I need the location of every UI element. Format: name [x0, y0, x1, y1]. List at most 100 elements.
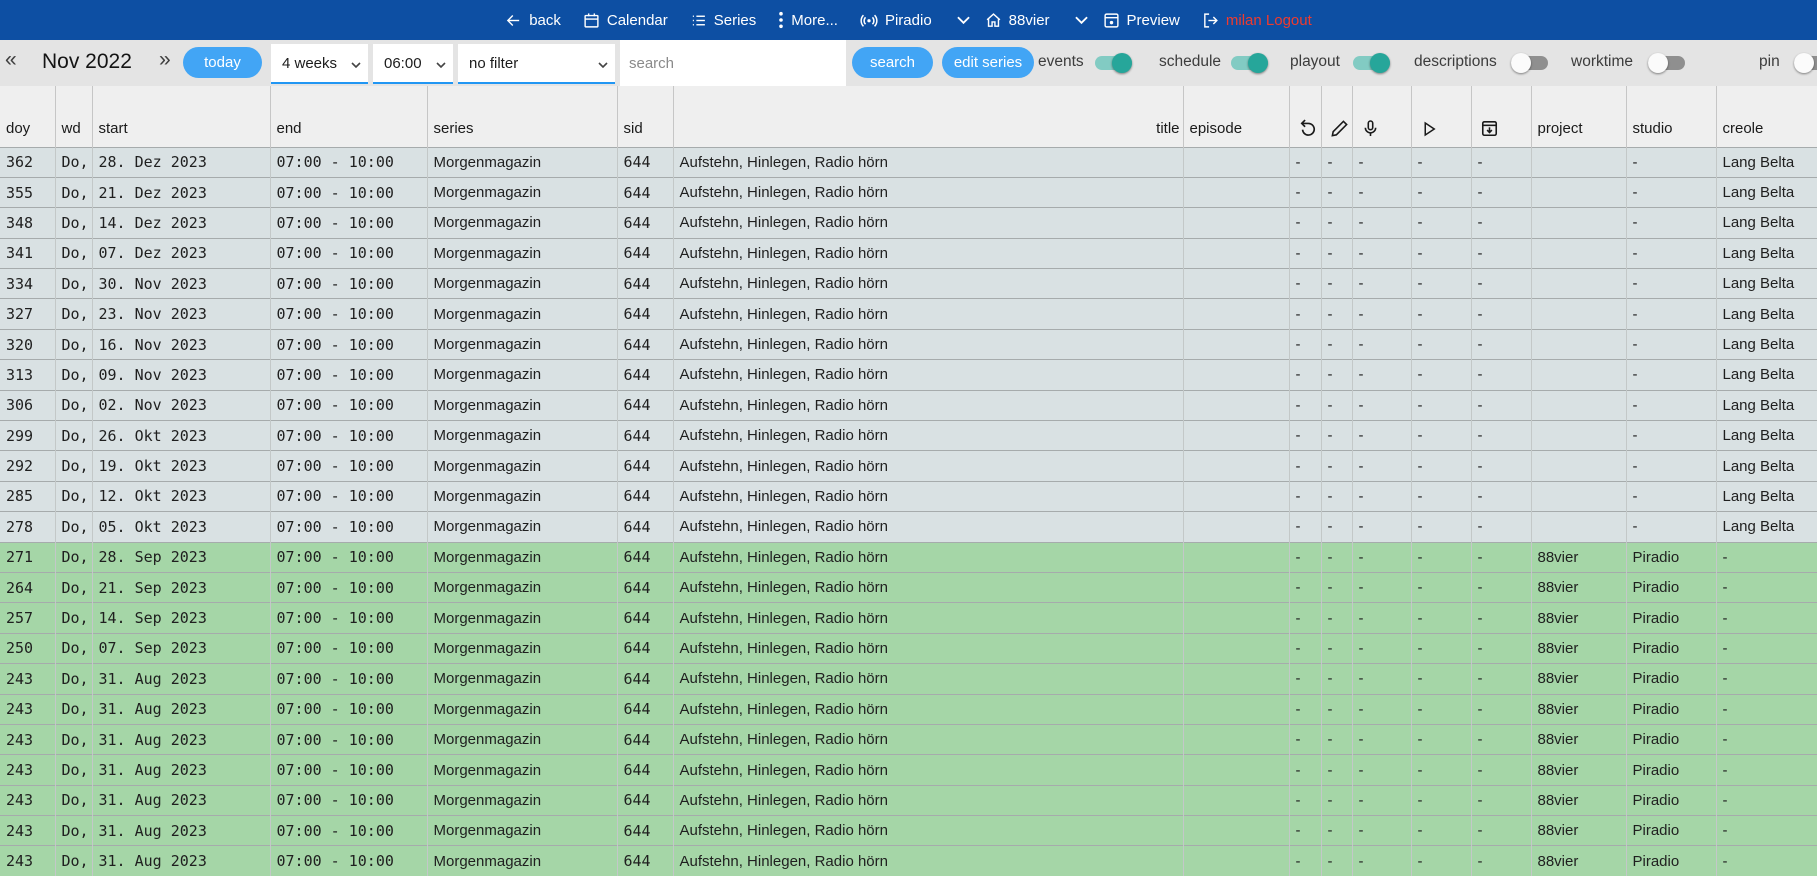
- today-button[interactable]: today: [183, 47, 262, 78]
- table-row[interactable]: 243Do,31. Aug 202307:00 - 10:00Morgenmag…: [0, 755, 1817, 785]
- column-header-mic[interactable]: [1352, 86, 1411, 147]
- column-header-project[interactable]: project: [1531, 86, 1626, 147]
- cell-wd: Do,: [55, 512, 92, 542]
- cell-play: -: [1411, 664, 1471, 694]
- cell-title: Aufstehn, Hinlegen, Radio hörn: [673, 572, 1183, 602]
- table-row[interactable]: 362Do,28. Dez 202307:00 - 10:00Morgenmag…: [0, 147, 1817, 177]
- series-label: Series: [714, 12, 757, 29]
- table-row[interactable]: 243Do,31. Aug 202307:00 - 10:00Morgenmag…: [0, 785, 1817, 815]
- search-button[interactable]: search: [852, 47, 933, 78]
- cell-series: Morgenmagazin: [427, 512, 617, 542]
- logout-button[interactable]: milan Logout: [1202, 12, 1312, 29]
- table-row[interactable]: 334Do,30. Nov 202307:00 - 10:00Morgenmag…: [0, 269, 1817, 299]
- cell-doy: 320: [0, 329, 55, 359]
- cell-sid: 644: [617, 299, 673, 329]
- site-menu[interactable]: 88vier: [985, 12, 1050, 29]
- table-row[interactable]: 250Do,07. Sep 202307:00 - 10:00Morgenmag…: [0, 633, 1817, 663]
- cell-archive: -: [1471, 238, 1531, 268]
- column-header-creole[interactable]: creole: [1716, 86, 1817, 147]
- table-row[interactable]: 278Do,05. Okt 202307:00 - 10:00Morgenmag…: [0, 512, 1817, 542]
- time-select[interactable]: 06:00: [373, 44, 453, 84]
- cell-archive: -: [1471, 755, 1531, 785]
- table-row[interactable]: 257Do,14. Sep 202307:00 - 10:00Morgenmag…: [0, 603, 1817, 633]
- table-row[interactable]: 320Do,16. Nov 202307:00 - 10:00Morgenmag…: [0, 329, 1817, 359]
- cell-series: Morgenmagazin: [427, 664, 617, 694]
- column-header-doy[interactable]: doy: [0, 86, 55, 147]
- station-menu[interactable]: Piradio: [860, 11, 932, 29]
- next-month-button[interactable]: »: [159, 48, 171, 72]
- column-header-studio[interactable]: studio: [1626, 86, 1716, 147]
- cell-undo: -: [1289, 421, 1321, 451]
- toggle-descriptions[interactable]: [1511, 53, 1548, 73]
- cell-mic: -: [1352, 329, 1411, 359]
- table-row[interactable]: 313Do,09. Nov 202307:00 - 10:00Morgenmag…: [0, 360, 1817, 390]
- cell-title: Aufstehn, Hinlegen, Radio hörn: [673, 512, 1183, 542]
- table-row[interactable]: 285Do,12. Okt 202307:00 - 10:00Morgenmag…: [0, 481, 1817, 511]
- table-row[interactable]: 299Do,26. Okt 202307:00 - 10:00Morgenmag…: [0, 421, 1817, 451]
- cell-wd: Do,: [55, 633, 92, 663]
- table-row[interactable]: 341Do,07. Dez 202307:00 - 10:00Morgenmag…: [0, 238, 1817, 268]
- column-header-edit[interactable]: [1321, 86, 1352, 147]
- toggle-pin[interactable]: [1794, 53, 1817, 73]
- search-input[interactable]: [620, 40, 846, 86]
- table-row[interactable]: 264Do,21. Sep 202307:00 - 10:00Morgenmag…: [0, 572, 1817, 602]
- column-header-wd[interactable]: wd: [55, 86, 92, 147]
- cell-series: Morgenmagazin: [427, 390, 617, 420]
- cell-project: [1531, 238, 1626, 268]
- column-header-end[interactable]: end: [270, 86, 427, 147]
- cell-creole: -: [1716, 694, 1817, 724]
- table-row[interactable]: 292Do,19. Okt 202307:00 - 10:00Morgenmag…: [0, 451, 1817, 481]
- cell-series: Morgenmagazin: [427, 421, 617, 451]
- edit-series-button[interactable]: edit series: [942, 47, 1034, 78]
- cell-episode: [1183, 208, 1289, 238]
- range-select[interactable]: 4 weeks: [271, 44, 368, 84]
- cell-mic: -: [1352, 755, 1411, 785]
- cell-studio: Piradio: [1626, 816, 1716, 846]
- column-header-start[interactable]: start: [92, 86, 270, 147]
- table-row[interactable]: 355Do,21. Dez 202307:00 - 10:00Morgenmag…: [0, 177, 1817, 207]
- table-row[interactable]: 243Do,31. Aug 202307:00 - 10:00Morgenmag…: [0, 694, 1817, 724]
- toggle-schedule[interactable]: [1231, 53, 1268, 73]
- cell-series: Morgenmagazin: [427, 481, 617, 511]
- filter-select[interactable]: no filter: [458, 44, 615, 84]
- column-header-archive[interactable]: [1471, 86, 1531, 147]
- column-header-series[interactable]: series: [427, 86, 617, 147]
- cell-doy: 292: [0, 451, 55, 481]
- series-nav-button[interactable]: Series: [690, 12, 757, 29]
- calendar-nav-button[interactable]: Calendar: [583, 12, 668, 29]
- table-row[interactable]: 243Do,31. Aug 202307:00 - 10:00Morgenmag…: [0, 846, 1817, 876]
- column-header-play[interactable]: [1411, 86, 1471, 147]
- cell-series: Morgenmagazin: [427, 208, 617, 238]
- cell-end: 07:00 - 10:00: [270, 664, 427, 694]
- column-header-undo[interactable]: [1289, 86, 1321, 147]
- cell-wd: Do,: [55, 421, 92, 451]
- more-menu-button[interactable]: More...: [778, 11, 838, 29]
- prev-month-button[interactable]: «: [5, 48, 17, 72]
- table-row[interactable]: 348Do,14. Dez 202307:00 - 10:00Morgenmag…: [0, 208, 1817, 238]
- preview-button[interactable]: Preview: [1103, 12, 1180, 29]
- toggle-worktime[interactable]: [1648, 53, 1685, 73]
- column-header-episode[interactable]: episode: [1183, 86, 1289, 147]
- site-chevron-down-icon[interactable]: [1075, 12, 1088, 29]
- toggle-playout[interactable]: [1353, 53, 1390, 73]
- cell-creole: -: [1716, 755, 1817, 785]
- table-row[interactable]: 327Do,23. Nov 202307:00 - 10:00Morgenmag…: [0, 299, 1817, 329]
- toggle-events[interactable]: [1095, 53, 1132, 73]
- cell-episode: [1183, 724, 1289, 754]
- column-header-title[interactable]: title: [673, 86, 1183, 147]
- table-row[interactable]: 243Do,31. Aug 202307:00 - 10:00Morgenmag…: [0, 664, 1817, 694]
- column-header-sid[interactable]: sid: [617, 86, 673, 147]
- cell-creole: Lang Belta: [1716, 390, 1817, 420]
- cell-doy: 243: [0, 816, 55, 846]
- back-button[interactable]: back: [505, 12, 561, 29]
- station-chevron-down-icon[interactable]: [957, 12, 970, 29]
- table-row[interactable]: 271Do,28. Sep 202307:00 - 10:00Morgenmag…: [0, 542, 1817, 572]
- cell-mic: -: [1352, 208, 1411, 238]
- table-row[interactable]: 243Do,31. Aug 202307:00 - 10:00Morgenmag…: [0, 724, 1817, 754]
- cell-mic: -: [1352, 177, 1411, 207]
- cell-archive: -: [1471, 360, 1531, 390]
- cell-project: 88vier: [1531, 846, 1626, 876]
- cell-wd: Do,: [55, 603, 92, 633]
- table-row[interactable]: 243Do,31. Aug 202307:00 - 10:00Morgenmag…: [0, 816, 1817, 846]
- table-row[interactable]: 306Do,02. Nov 202307:00 - 10:00Morgenmag…: [0, 390, 1817, 420]
